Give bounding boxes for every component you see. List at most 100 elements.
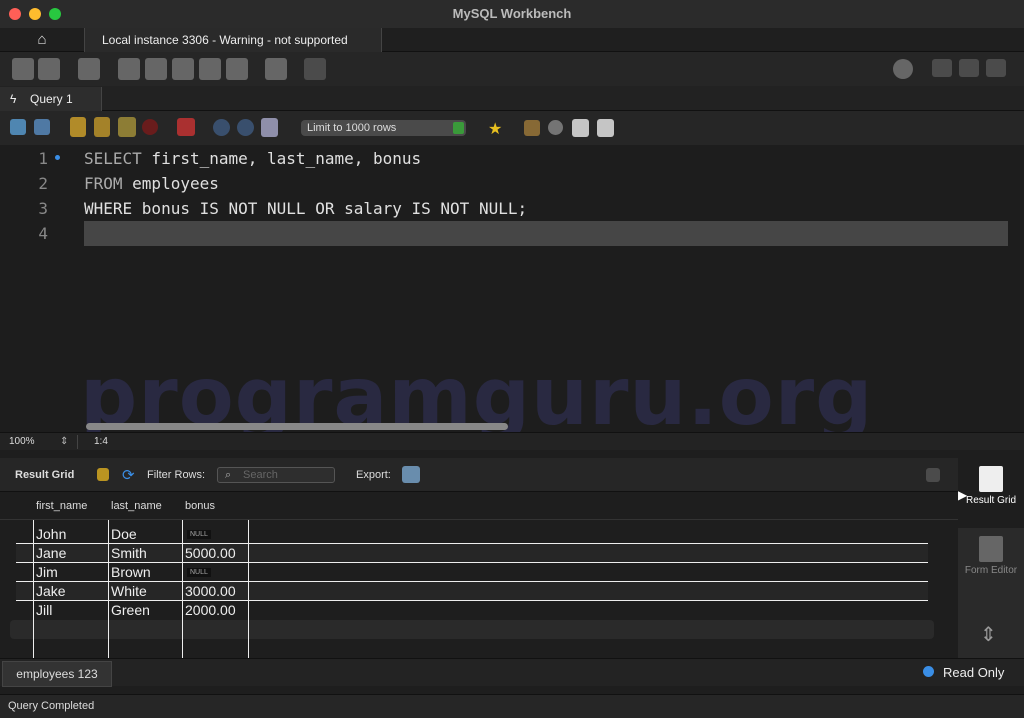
minimize-button[interactable] [29,8,41,20]
limit-rows-select[interactable]: Limit to 1000 rows [301,120,466,136]
column-divider [33,520,34,658]
execute-icon[interactable] [70,117,86,137]
title-bar: MySQL Workbench [0,0,1024,28]
null-badge[interactable]: NULL [187,568,211,577]
line-number: 3 [38,199,48,218]
header-divider [0,519,958,520]
connection-tabs: ⌂ Local instance 3306 - Warning - not su… [0,28,1024,52]
table-row[interactable]: Jim Brown NULL [16,563,928,582]
new-sql-tab-icon[interactable] [12,58,34,80]
toggle-sidebar-icon[interactable] [932,59,952,77]
result-grid-label: Result Grid [965,495,1016,506]
cell[interactable]: Jim [36,564,58,580]
null-badge[interactable]: NULL [187,530,211,539]
invisible-chars-icon[interactable] [572,119,589,137]
cell[interactable]: Jake [36,583,66,599]
column-divider [182,520,183,658]
create-procedure-icon[interactable] [199,58,221,80]
table-row[interactable]: Jake White 3000.00 [16,582,928,601]
code-line-2: FROM employees [84,174,219,193]
table-row[interactable]: John Doe NULL [16,525,928,544]
word-wrap-icon[interactable] [597,119,614,137]
open-folder-icon[interactable] [10,119,26,135]
table-row[interactable]: Jill Green 2000.00 [16,601,928,620]
read-only-label: Read Only [943,665,1005,680]
line-number: 4 [38,224,48,243]
code-line-1: SELECT first_name, last_name, bonus [84,149,421,168]
form-editor-button[interactable]: Form Editor [958,532,1024,602]
create-function-icon[interactable] [226,58,248,80]
export-icon[interactable] [402,466,420,483]
cell[interactable]: 2000.00 [185,602,236,618]
home-tab[interactable]: ⌂ [0,28,84,52]
scroll-more-icon[interactable]: ⇕ [980,622,997,647]
cell[interactable]: Jane [36,545,66,561]
cell[interactable]: Green [111,602,150,618]
column-header[interactable]: last_name [111,500,162,512]
cell[interactable]: White [111,583,147,599]
execute-current-icon[interactable] [94,117,110,137]
sql-editor[interactable]: programguru.org 1 2 3 4 SELECT first_nam… [0,145,1024,443]
keyword: SELECT [84,149,142,168]
tab-connection[interactable]: Local instance 3306 - Warning - not supp… [84,28,382,52]
close-button[interactable] [9,8,21,20]
cell[interactable]: John [36,526,66,542]
selected-arrow-icon: ▶ [958,488,968,502]
explain-icon[interactable] [118,117,136,137]
create-view-icon[interactable] [172,58,194,80]
toggle-error-icon[interactable] [177,118,195,136]
stop-icon[interactable] [142,119,158,135]
autocommit-icon[interactable] [261,118,278,137]
refresh-icon[interactable]: ⟳ [122,466,135,484]
tab-employees[interactable]: employees 123 [2,661,112,687]
settings-icon[interactable] [893,59,913,79]
column-divider [248,520,249,658]
table-row[interactable]: Jane Smith 5000.00 [16,544,928,563]
search-icon: ⌕ [225,469,232,481]
cell[interactable]: Smith [111,545,147,561]
zoom-level[interactable]: 100% [9,433,35,451]
line-number: 2 [38,174,48,193]
column-toggle-icon[interactable] [97,468,109,481]
cell[interactable]: Brown [111,564,151,580]
code-text: employees [122,174,219,193]
current-line-highlight [84,221,1008,246]
grid-icon [979,466,1003,492]
form-icon [979,536,1003,562]
tab-query-1[interactable]: ϟ Query 1 [0,87,102,111]
empty-row [10,620,934,639]
reconnect-icon[interactable] [304,58,326,80]
keyword: FROM [84,174,123,193]
rollback-icon[interactable] [237,119,254,136]
zoom-stepper-icon[interactable]: ⇕ [60,433,68,451]
toggle-secondary-sidebar-icon[interactable] [986,59,1006,77]
create-table-icon[interactable] [145,58,167,80]
cell[interactable]: Jill [36,602,52,618]
beautify-icon[interactable] [524,120,540,136]
divider [77,435,78,449]
result-grid-button[interactable]: Result Grid [958,458,1024,528]
lightning-icon: ϟ [10,92,17,106]
horizontal-scrollbar[interactable] [86,423,508,430]
window-title: MySQL Workbench [452,6,572,21]
search-table-data-icon[interactable] [265,58,287,80]
column-header[interactable]: first_name [36,500,87,512]
filter-search-input[interactable]: ⌕ Search [217,467,335,483]
cell[interactable]: 3000.00 [185,583,236,599]
commit-icon[interactable] [213,119,230,136]
find-icon[interactable] [548,120,563,135]
result-grid[interactable]: first_name last_name bonus John Doe NULL J… [0,492,958,658]
toggle-output-icon[interactable] [959,59,979,77]
toggle-panel-icon[interactable] [926,468,940,482]
open-sql-script-icon[interactable] [38,58,60,80]
zoom-button[interactable] [49,8,61,20]
info-icon [923,666,934,677]
column-header[interactable]: bonus [185,500,215,512]
save-icon[interactable] [34,119,50,135]
cell[interactable]: 5000.00 [185,545,236,561]
add-snippet-icon[interactable]: ★ [488,119,502,139]
schema-inspector-icon[interactable] [78,58,100,80]
create-schema-icon[interactable] [118,58,140,80]
cell[interactable]: Doe [111,526,137,542]
result-side-panel: Result Grid ▶ Form Editor ⇕ [958,458,1024,658]
